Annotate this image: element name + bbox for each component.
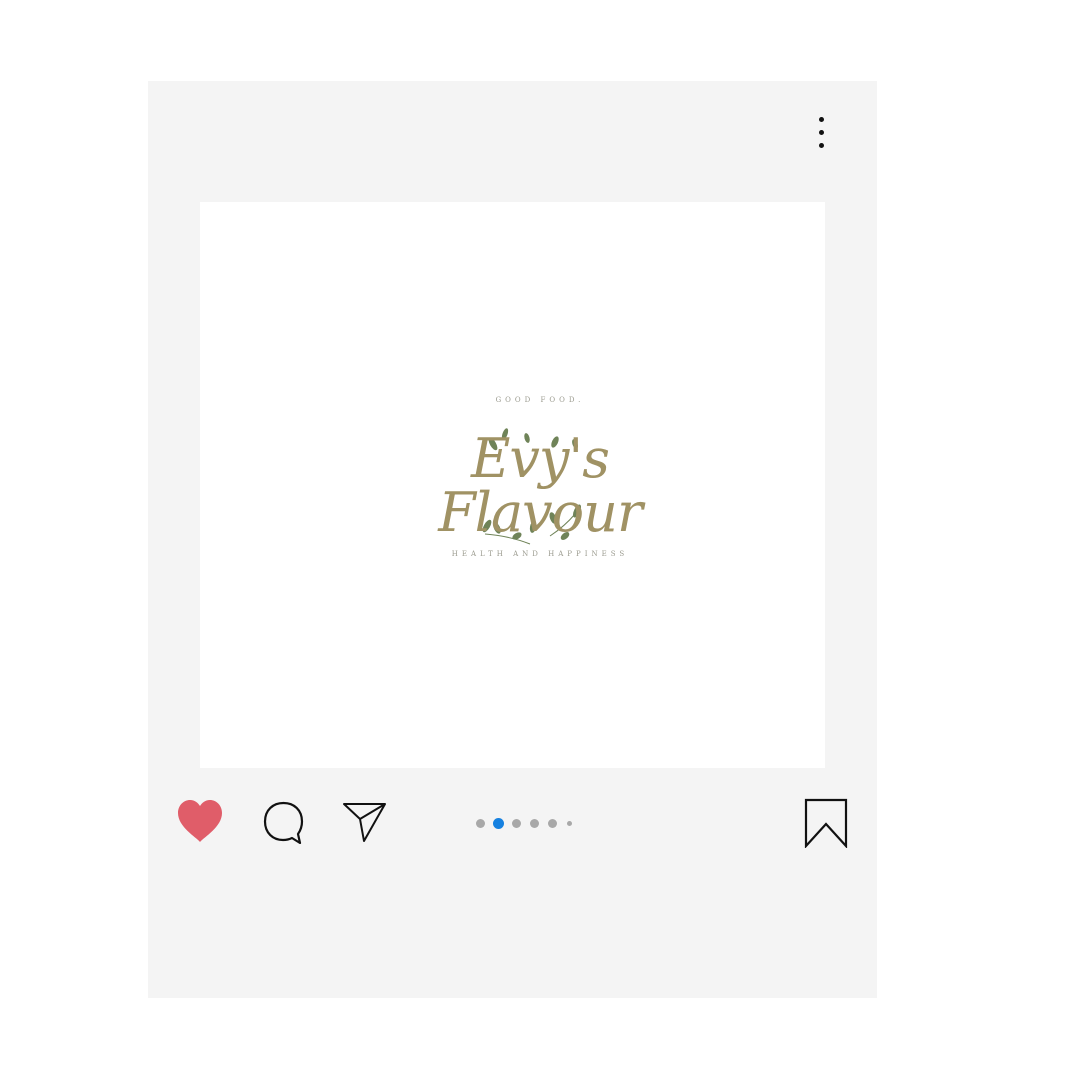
logo-wordmark: Evy's Flavour [438, 427, 643, 544]
brand-logo: GOOD FOOD. Evy's Flavour HEALTH AND HAPP… [405, 386, 675, 586]
logo-tagline-bottom: HEALTH AND HAPPINESS [451, 550, 629, 558]
logo-tagline-top: GOOD FOOD. [495, 396, 585, 404]
comment-icon[interactable] [262, 800, 306, 844]
carousel-dot[interactable] [512, 819, 521, 828]
heart-icon[interactable] [176, 799, 224, 843]
more-options-icon[interactable] [810, 115, 834, 155]
post-image[interactable]: GOOD FOOD. Evy's Flavour HEALTH AND HAPP… [200, 202, 825, 768]
bookmark-icon[interactable] [804, 798, 848, 848]
carousel-dot-active[interactable] [493, 818, 504, 829]
carousel-dot[interactable] [567, 821, 572, 826]
post-actions-bar [148, 781, 877, 851]
carousel-dot[interactable] [548, 819, 557, 828]
carousel-dot[interactable] [530, 819, 539, 828]
carousel-dot[interactable] [476, 819, 485, 828]
send-icon[interactable] [342, 801, 388, 843]
post-card: GOOD FOOD. Evy's Flavour HEALTH AND HAPP… [148, 81, 877, 998]
